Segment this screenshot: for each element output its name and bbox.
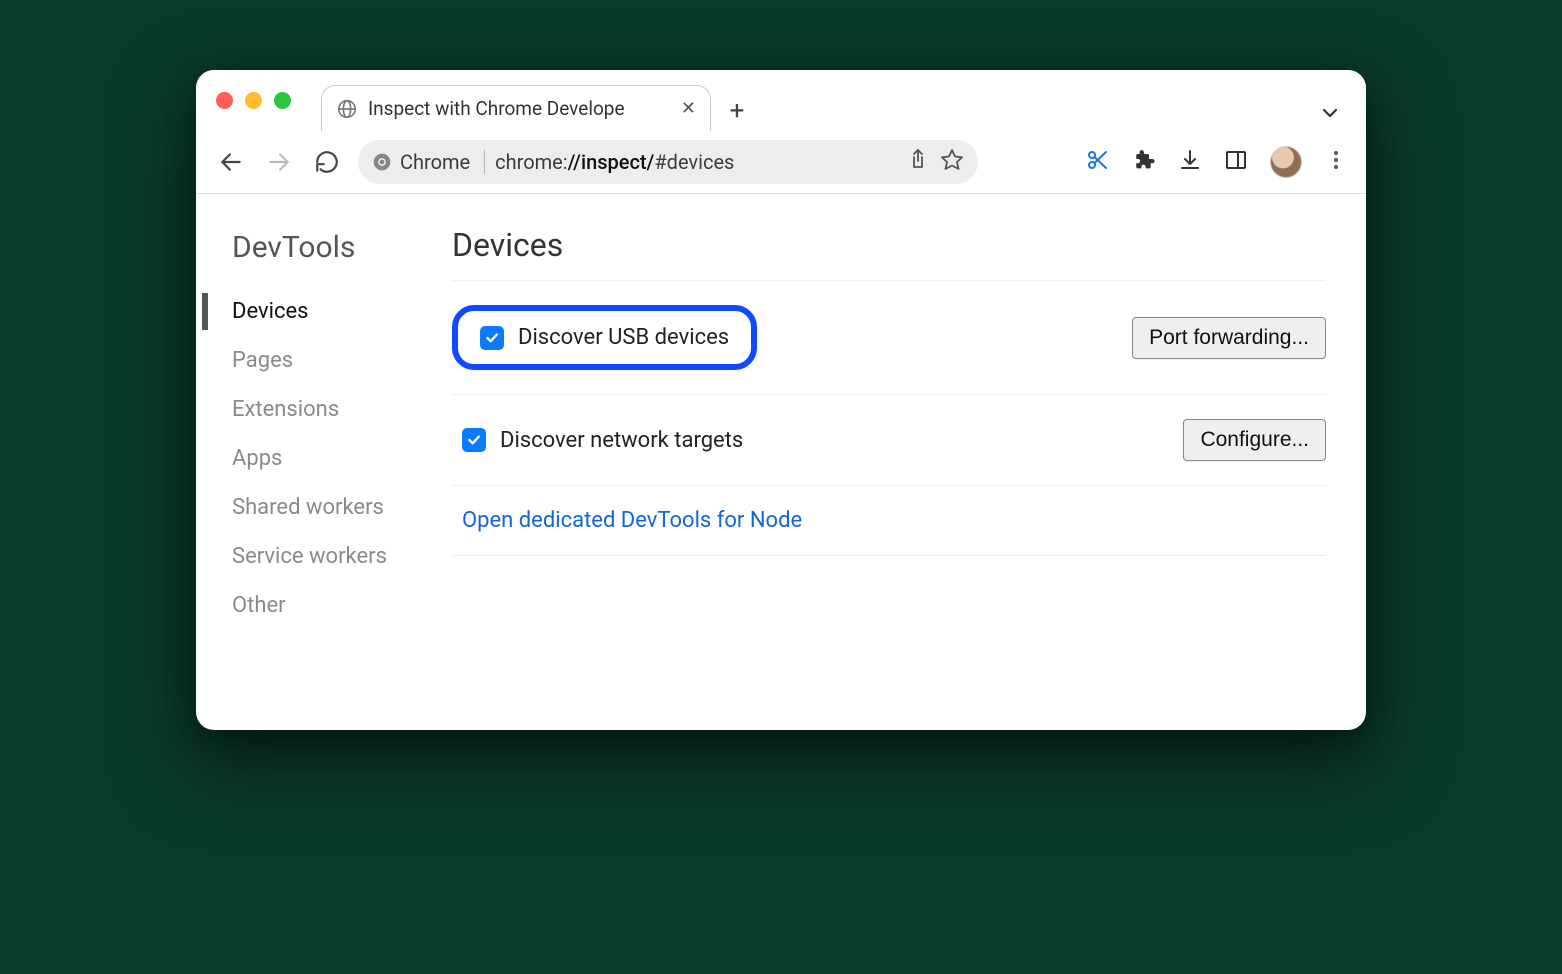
back-button[interactable] bbox=[214, 145, 248, 179]
page-title: Devices bbox=[452, 226, 1326, 281]
open-node-devtools-link[interactable]: Open dedicated DevTools for Node bbox=[462, 508, 802, 533]
sidebar-item-apps[interactable]: Apps bbox=[232, 434, 446, 483]
sidebar-title: DevTools bbox=[232, 230, 446, 265]
page-content: DevTools Devices Pages Extensions Apps S… bbox=[196, 194, 1366, 730]
tab-strip: Inspect with Chrome Develope ✕ + bbox=[321, 70, 1366, 130]
node-link-row: Open dedicated DevTools for Node bbox=[452, 486, 1326, 556]
menu-button[interactable] bbox=[1324, 148, 1348, 176]
profile-avatar[interactable] bbox=[1270, 146, 1302, 178]
sidebar-item-pages[interactable]: Pages bbox=[232, 336, 446, 385]
tab-close-button[interactable]: ✕ bbox=[681, 98, 696, 119]
site-chip[interactable]: Chrome bbox=[372, 150, 485, 174]
chip-label: Chrome bbox=[400, 150, 470, 174]
forward-button[interactable] bbox=[262, 145, 296, 179]
usb-label: Discover USB devices bbox=[518, 325, 729, 350]
url-text: chrome://inspect/#devices bbox=[495, 150, 896, 174]
titlebar: Inspect with Chrome Develope ✕ + bbox=[196, 70, 1366, 130]
sidebar-item-shared-workers[interactable]: Shared workers bbox=[232, 483, 446, 532]
highlight-annotation: Discover USB devices bbox=[452, 305, 757, 370]
toolbar-right bbox=[1086, 146, 1348, 178]
bookmark-star-icon[interactable] bbox=[940, 147, 964, 176]
side-panel-icon[interactable] bbox=[1224, 148, 1248, 176]
globe-icon bbox=[336, 98, 358, 120]
check-icon bbox=[484, 330, 500, 346]
traffic-lights bbox=[216, 92, 291, 109]
new-tab-button[interactable]: + bbox=[717, 96, 757, 126]
window-maximize-button[interactable] bbox=[274, 92, 291, 109]
browser-window: Inspect with Chrome Develope ✕ + Chrome bbox=[196, 70, 1366, 730]
reload-button[interactable] bbox=[310, 145, 344, 179]
window-minimize-button[interactable] bbox=[245, 92, 262, 109]
main-panel: Devices Discover USB devices Port forwar… bbox=[446, 194, 1366, 730]
network-row: Discover network targets Configure... bbox=[452, 395, 1326, 486]
address-bar[interactable]: Chrome chrome://inspect/#devices bbox=[358, 140, 978, 184]
browser-tab[interactable]: Inspect with Chrome Develope ✕ bbox=[321, 85, 711, 131]
scissors-icon[interactable] bbox=[1086, 148, 1110, 176]
network-label: Discover network targets bbox=[500, 428, 743, 453]
sidebar-item-service-workers[interactable]: Service workers bbox=[232, 532, 446, 581]
downloads-icon[interactable] bbox=[1178, 148, 1202, 176]
usb-checkbox[interactable] bbox=[480, 326, 504, 350]
sidebar-item-extensions[interactable]: Extensions bbox=[232, 385, 446, 434]
sidebar-item-devices[interactable]: Devices bbox=[232, 287, 446, 336]
share-icon[interactable] bbox=[906, 147, 930, 176]
chrome-icon bbox=[372, 152, 392, 172]
sidebar: DevTools Devices Pages Extensions Apps S… bbox=[196, 194, 446, 730]
network-checkbox[interactable] bbox=[462, 428, 486, 452]
check-icon bbox=[466, 432, 482, 448]
port-forwarding-button[interactable]: Port forwarding... bbox=[1132, 317, 1326, 359]
tabs-dropdown-button[interactable] bbox=[1318, 101, 1342, 130]
configure-button[interactable]: Configure... bbox=[1183, 419, 1326, 461]
usb-row: Discover USB devices Port forwarding... bbox=[452, 281, 1326, 395]
sidebar-item-other[interactable]: Other bbox=[232, 581, 446, 630]
window-close-button[interactable] bbox=[216, 92, 233, 109]
extensions-icon[interactable] bbox=[1132, 148, 1156, 176]
toolbar: Chrome chrome://inspect/#devices bbox=[196, 130, 1366, 194]
tab-title: Inspect with Chrome Develope bbox=[368, 97, 671, 120]
